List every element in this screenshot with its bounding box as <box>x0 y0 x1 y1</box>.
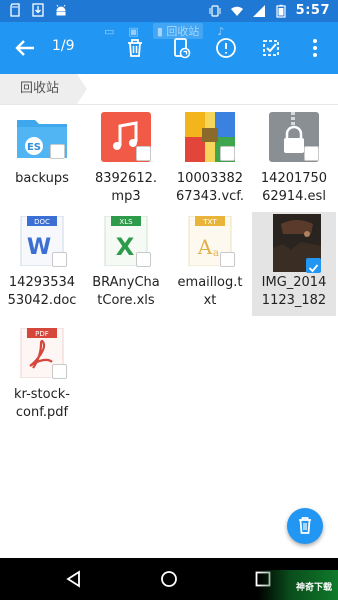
nav-home-icon[interactable] <box>159 569 179 589</box>
breadcrumb: 回收站 <box>0 74 338 105</box>
file-name: IMG_2014 1123_182 <box>261 275 327 308</box>
file-item-xls[interactable]: XLS X BRAnyCha tCore.xls <box>84 212 168 316</box>
sd-card-icon <box>10 3 20 17</box>
file-item-esl[interactable]: 14201750 62914.esl <box>252 108 336 212</box>
restore-icon[interactable] <box>168 35 194 61</box>
download-icon <box>32 3 44 17</box>
item-checkbox[interactable] <box>52 364 67 379</box>
file-name: kr-stock-conf.pdf <box>14 387 70 420</box>
txt-badge: TXT <box>202 218 217 226</box>
signal-icon <box>252 4 265 17</box>
more-options-icon[interactable] <box>302 35 328 61</box>
wifi-icon <box>230 6 243 16</box>
nav-back-icon[interactable] <box>64 569 84 589</box>
pdf-badge: PDF <box>35 330 49 338</box>
svg-text:W: W <box>27 235 51 260</box>
file-name: 10003382 67343.vcf. <box>175 171 245 204</box>
item-checkbox-checked[interactable] <box>306 258 321 273</box>
file-item-vcf[interactable]: 10003382 67343.vcf. <box>168 108 252 212</box>
file-item-doc[interactable]: DOC W 14293534 53042.doc <box>0 212 84 316</box>
file-name: BRAnyCha tCore.xls <box>92 275 160 308</box>
action-toolbar: ▭ ▣ ▮ 回收站 ♪ 1/9 <box>0 22 338 74</box>
android-icon <box>56 4 66 16</box>
file-name: backups <box>15 171 69 186</box>
info-icon[interactable] <box>213 35 239 61</box>
file-item-mp3[interactable]: 8392612. mp3 <box>84 108 168 212</box>
file-item-txt[interactable]: TXT A a emaillog.t xt <box>168 212 252 316</box>
file-name: 14201750 62914.esl <box>260 171 328 204</box>
doc-badge: DOC <box>34 218 50 226</box>
file-name: 8392612. mp3 <box>94 171 158 204</box>
status-bar: 5:57 <box>0 0 338 22</box>
svg-text:X: X <box>116 233 135 261</box>
selection-count: 1/9 <box>52 38 75 54</box>
checkmark-icon <box>308 264 319 273</box>
file-name: emaillog.t xt <box>177 275 243 308</box>
delete-fab-button[interactable] <box>287 508 323 544</box>
svg-text:ES: ES <box>27 142 41 153</box>
watermark-logo: 神奇下载 <box>258 570 338 600</box>
select-all-icon[interactable] <box>258 35 284 61</box>
file-item-pdf[interactable]: PDF kr-stock-conf.pdf <box>0 324 84 428</box>
item-checkbox[interactable] <box>136 146 151 161</box>
item-checkbox[interactable] <box>304 146 319 161</box>
file-name: 14293534 53042.doc <box>7 275 77 308</box>
trash-icon <box>299 517 311 534</box>
back-arrow-icon[interactable] <box>12 36 38 60</box>
file-item-backups[interactable]: ES backups <box>0 108 84 212</box>
item-checkbox[interactable] <box>220 252 235 267</box>
svg-text:a: a <box>213 248 219 259</box>
breadcrumb-item-recycle-bin[interactable]: 回收站 <box>0 74 88 104</box>
chat-icon: ▭ <box>104 24 115 38</box>
battery-icon <box>276 4 286 18</box>
file-item-image-selected[interactable]: IMG_2014 1123_182 <box>252 212 336 316</box>
svg-text:A: A <box>197 235 213 259</box>
clock-time: 5:57 <box>295 3 330 18</box>
xls-badge: XLS <box>119 218 133 226</box>
vibrate-icon <box>209 4 221 17</box>
item-checkbox[interactable] <box>136 252 151 267</box>
delete-icon[interactable] <box>122 35 148 61</box>
item-checkbox[interactable] <box>220 146 235 161</box>
item-checkbox[interactable] <box>52 252 67 267</box>
item-checkbox[interactable] <box>50 144 65 159</box>
